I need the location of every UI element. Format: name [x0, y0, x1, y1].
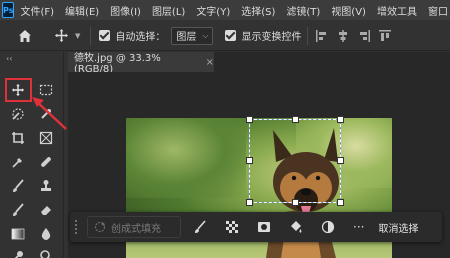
menu-image[interactable]: 图像(I) — [110, 3, 141, 18]
move-tool-highlight — [5, 78, 32, 102]
menu-select[interactable]: 选择(S) — [241, 3, 275, 18]
crop-tool[interactable] — [8, 128, 28, 148]
gradient-tool[interactable] — [8, 224, 28, 244]
dodge-tool[interactable] — [8, 246, 28, 258]
transform-handle-top-left[interactable] — [246, 116, 253, 123]
generative-fill-label: 创成式填充 — [111, 223, 161, 235]
blur-tool[interactable] — [36, 224, 56, 244]
feather-selection-icon[interactable] — [225, 220, 239, 234]
transform-handle-bottom-left[interactable] — [246, 199, 253, 206]
menu-type[interactable]: 文字(Y) — [196, 3, 230, 18]
frame-tool[interactable] — [36, 128, 56, 148]
eyedropper-tool[interactable] — [8, 152, 28, 172]
tool-preset-caret-icon[interactable]: ▼ — [75, 32, 80, 40]
pen-tool[interactable] — [36, 246, 56, 258]
menu-bar: Ps 文件(F) 编辑(E) 图像(I) 图层(L) 文字(Y) 选择(S) 滤… — [0, 0, 450, 20]
dodge-icon — [14, 251, 23, 258]
brush-select-icon — [41, 109, 51, 119]
magic-wand-icon — [12, 108, 24, 120]
eraser-tool[interactable] — [36, 200, 56, 220]
brush-icon — [13, 179, 24, 192]
auto-select-label: 自动选择： — [115, 32, 166, 43]
options-bar: ▼ 自动选择： 图层 ⌵ 显示变换控件 — [0, 21, 450, 51]
object-select-tool[interactable] — [8, 104, 28, 124]
history-brush-icon — [13, 203, 24, 216]
menu-file[interactable]: 文件(F) — [20, 3, 54, 18]
modify-selection-icon[interactable] — [193, 220, 207, 234]
drag-handle-icon[interactable] — [73, 218, 79, 236]
transform-handle-top-right[interactable] — [337, 116, 344, 123]
frame-icon — [39, 131, 53, 145]
menu-filter[interactable]: 滤镜(T) — [286, 3, 320, 18]
transform-handle-middle-left[interactable] — [246, 157, 253, 164]
crop-icon — [12, 132, 24, 144]
auto-select-value: 图层 — [176, 32, 197, 43]
generative-fill-icon — [95, 222, 105, 232]
align-center-icon[interactable] — [337, 29, 349, 42]
menu-view[interactable]: 视图(V) — [331, 3, 366, 18]
auto-select-dropdown[interactable]: 图层 ⌵ — [171, 26, 214, 45]
align-right-icon[interactable] — [358, 29, 371, 42]
fill-bucket-icon[interactable] — [289, 220, 303, 234]
more-options-icon[interactable]: ··· — [353, 220, 364, 234]
menu-plugins[interactable]: 增效工具 — [377, 3, 417, 18]
move-tool-icon[interactable] — [54, 28, 69, 43]
healing-brush-tool[interactable] — [36, 152, 56, 172]
history-brush-tool[interactable] — [8, 200, 28, 220]
cancel-selection-button[interactable]: 取消选择 — [378, 220, 418, 235]
gradient-icon — [11, 228, 25, 240]
adjustment-layer-icon[interactable] — [321, 220, 335, 234]
show-transform-checkbox[interactable] — [225, 30, 237, 41]
photoshop-logo[interactable]: Ps — [2, 2, 15, 18]
transform-handle-bottom-center[interactable] — [292, 199, 299, 206]
transform-handle-bottom-right[interactable] — [337, 199, 344, 206]
options-separator — [90, 26, 92, 45]
magnifier-icon — [40, 250, 50, 258]
align-top-icon[interactable] — [379, 29, 392, 42]
transform-handle-middle-right[interactable] — [337, 157, 344, 164]
clone-stamp-tool[interactable] — [36, 176, 56, 196]
quick-select-tool[interactable] — [36, 104, 56, 124]
chevron-down-icon: ⌵ — [202, 30, 209, 40]
rect-marquee-icon — [39, 84, 53, 96]
close-icon[interactable]: × — [206, 57, 214, 68]
options-separator — [307, 26, 309, 45]
photoshop-window: Ps 文件(F) 编辑(E) 图像(I) 图层(L) 文字(Y) 选择(S) 滤… — [0, 0, 450, 258]
selection-marquee[interactable] — [249, 119, 341, 203]
marquee-tool[interactable] — [36, 80, 56, 100]
transform-handle-top-center[interactable] — [292, 116, 299, 123]
menu-window[interactable]: 窗口 — [428, 3, 448, 18]
menu-layer[interactable]: 图层(L) — [152, 3, 185, 18]
eyedropper-icon — [12, 158, 22, 168]
align-left-icon[interactable] — [316, 29, 328, 42]
eraser-icon — [41, 206, 51, 215]
contextual-task-bar: 创成式填充 ··· 取消选择 — [70, 212, 442, 242]
brush-tool[interactable] — [8, 176, 28, 196]
mask-icon[interactable] — [257, 220, 271, 234]
menu-edit[interactable]: 编辑(E) — [65, 3, 99, 18]
home-icon[interactable] — [18, 29, 32, 43]
show-transform-label: 显示变换控件 — [241, 32, 302, 43]
bandage-icon — [41, 157, 51, 167]
droplet-icon — [41, 228, 51, 240]
document-tab-row: 德牧.jpg @ 33.3%(RGB/8) × — [68, 52, 450, 75]
collapse-panel-icon[interactable]: ‹‹ — [6, 54, 12, 63]
stamp-icon — [41, 180, 51, 191]
auto-select-checkbox[interactable] — [99, 30, 111, 41]
tools-panel: ‹‹ — [0, 52, 64, 258]
generative-fill-button[interactable]: 创成式填充 — [87, 216, 181, 238]
document-tab[interactable]: 德牧.jpg @ 33.3%(RGB/8) × — [68, 52, 214, 75]
